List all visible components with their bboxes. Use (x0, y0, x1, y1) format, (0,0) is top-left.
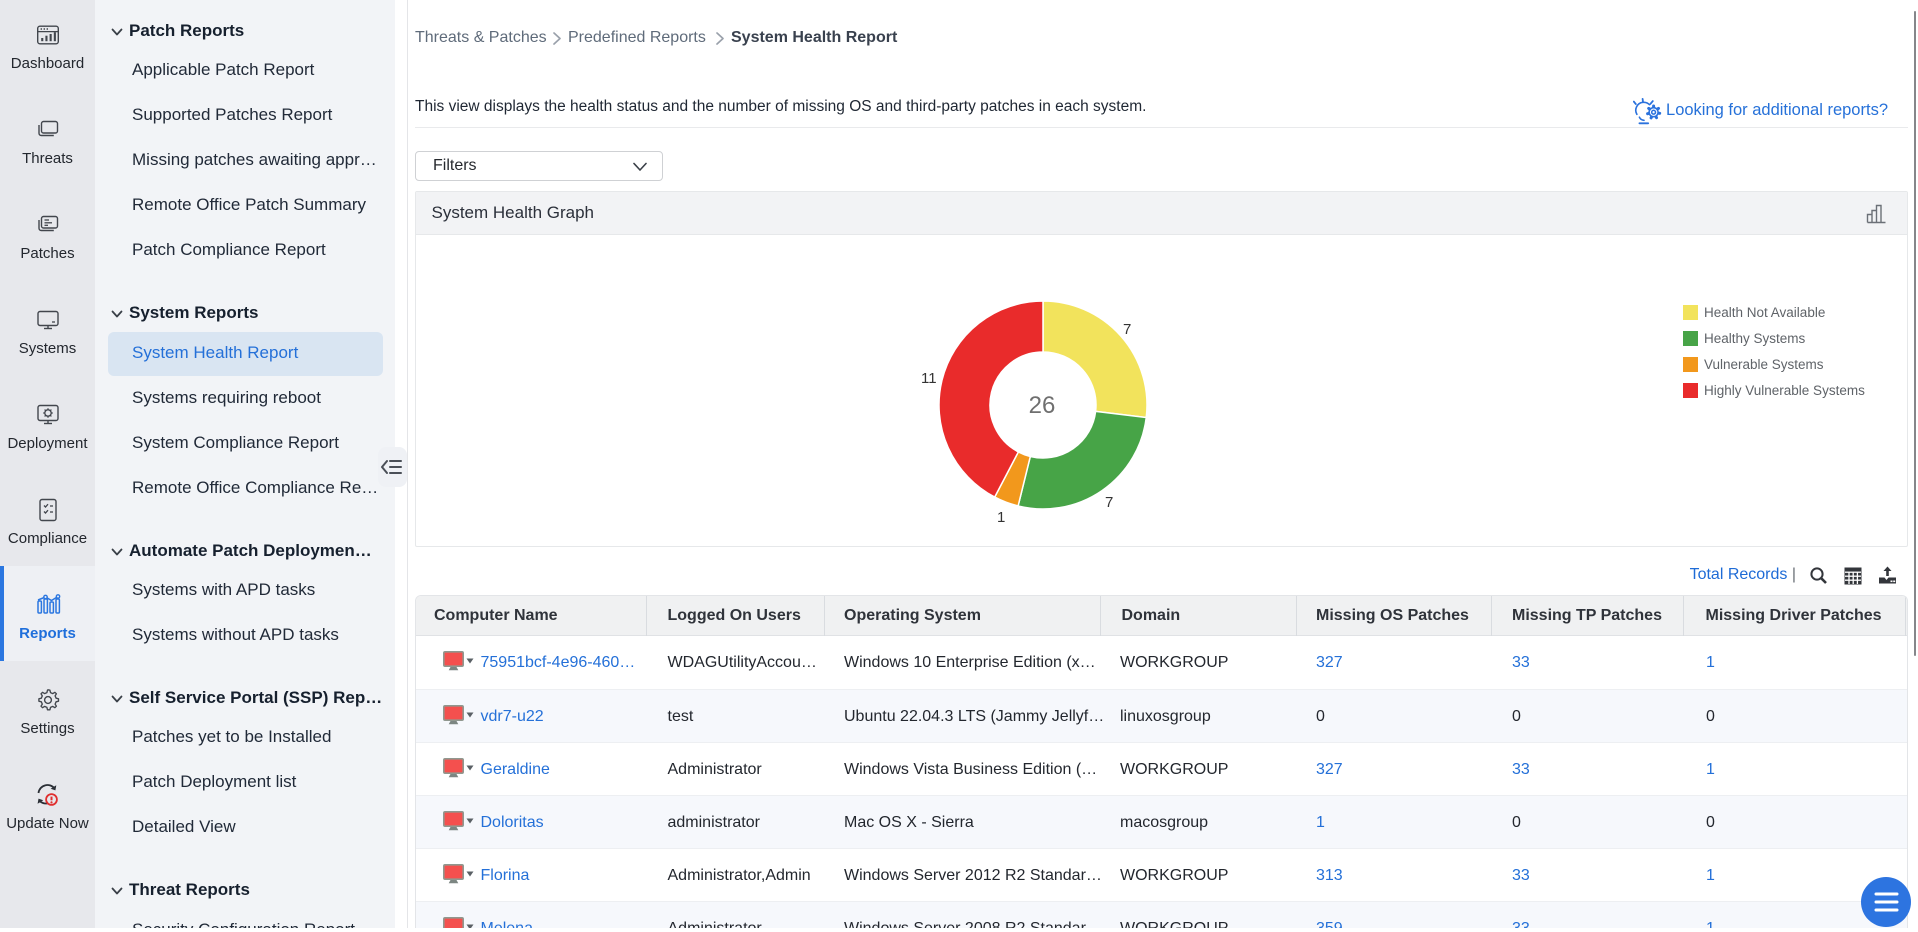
svg-text:7: 7 (1105, 494, 1113, 511)
svg-text:26: 26 (1028, 392, 1055, 419)
svg-text:1: 1 (997, 509, 1005, 526)
svg-text:11: 11 (921, 370, 937, 387)
svg-text:7: 7 (1123, 321, 1131, 338)
